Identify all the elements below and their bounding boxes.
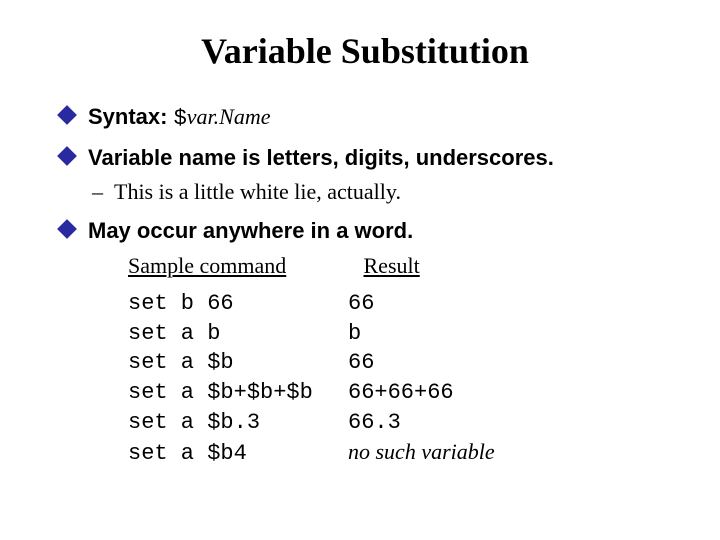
cell-cmd: set a $b4 [128, 439, 348, 469]
cell-cmd: set b 66 [128, 289, 348, 319]
bullet-syntax-label: Syntax: [88, 104, 174, 129]
table-row: set a bb [128, 319, 670, 349]
sub-bullet-list: This is a little white lie, actually. [88, 176, 670, 208]
header-command: Sample command [128, 253, 358, 279]
slide: Variable Substitution Syntax: $var.Name … [0, 0, 720, 540]
diamond-icon [57, 146, 77, 166]
diamond-icon [57, 105, 77, 125]
bullet-list: Syntax: $var.Name Variable name is lette… [60, 100, 670, 247]
example-table: set b 6666 set a bb set a $b66 set a $b+… [128, 289, 670, 469]
header-result: Result [364, 253, 420, 279]
bullet-syntax-dollar: $ [174, 106, 187, 131]
bullet-anywhere-text: May occur anywhere in a word. [88, 218, 413, 243]
example-headers: Sample command Result [128, 253, 670, 279]
cell-res: 66+66+66 [348, 378, 454, 408]
diamond-icon [57, 219, 77, 239]
bullet-anywhere: May occur anywhere in a word. [60, 214, 670, 247]
sub-bullet-whitelie: This is a little white lie, actually. [88, 176, 670, 208]
bullet-varname-text: Variable name is letters, digits, unders… [88, 145, 554, 170]
cell-cmd: set a b [128, 319, 348, 349]
table-row: set a $b+$b+$b66+66+66 [128, 378, 670, 408]
table-row: set b 6666 [128, 289, 670, 319]
cell-res: 66 [348, 348, 374, 378]
table-row: set a $b66 [128, 348, 670, 378]
cell-cmd: set a $b+$b+$b [128, 378, 348, 408]
cell-cmd: set a $b.3 [128, 408, 348, 438]
table-row: set a $b4no such variable [128, 437, 670, 469]
cell-res: 66.3 [348, 408, 401, 438]
slide-title: Variable Substitution [60, 30, 670, 72]
cell-res: no such variable [348, 437, 495, 467]
cell-cmd: set a $b [128, 348, 348, 378]
bullet-syntax-varname: var.Name [187, 104, 271, 129]
table-row: set a $b.366.3 [128, 408, 670, 438]
cell-res: b [348, 319, 361, 349]
cell-res: 66 [348, 289, 374, 319]
bullet-varname-rule: Variable name is letters, digits, unders… [60, 141, 670, 208]
bullet-syntax: Syntax: $var.Name [60, 100, 670, 135]
